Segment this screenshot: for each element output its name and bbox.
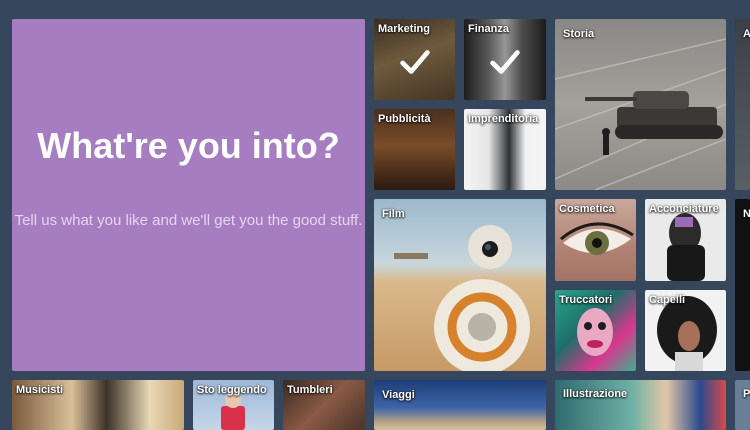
tile-label: Storia — [563, 28, 595, 40]
tile-label: Marketing — [378, 23, 430, 35]
tile-imprenditoria[interactable]: Imprenditoria — [464, 109, 546, 190]
tile-finanza[interactable]: Finanza — [464, 19, 546, 100]
tile-cosmetica[interactable]: Cosmetica — [555, 199, 636, 281]
tile-tumbleri[interactable]: Tumbleri — [283, 380, 365, 430]
tile-label: Acconciature — [649, 203, 719, 215]
tile-label: Imprenditoria — [468, 113, 539, 125]
tile-marketing[interactable]: Marketing — [374, 19, 455, 100]
intro-panel: What're you into? Tell us what you like … — [12, 19, 365, 371]
page-title: What're you into? — [37, 125, 340, 166]
tile-label: Capelli — [649, 294, 686, 306]
tile-label: Pubblicità — [378, 113, 431, 125]
tile-capelli[interactable]: Capelli — [645, 290, 726, 371]
tile-label: Sto leggendo — [197, 384, 267, 396]
tile-label: Truccatori — [559, 294, 613, 306]
tile-pubblicita[interactable]: Pubblicità — [374, 109, 455, 190]
tile-label: P — [743, 388, 750, 400]
tile-label: Viaggi — [382, 389, 415, 401]
tile-musicisti[interactable]: Musicisti — [12, 380, 184, 430]
tile-storia[interactable]: Storia — [555, 19, 726, 190]
checkmark-icon — [399, 49, 430, 74]
tile-label: Finanza — [468, 23, 509, 35]
tile-label: Musicisti — [16, 384, 64, 396]
tile-label: Illustrazione — [563, 388, 628, 400]
tile-partial-a[interactable]: A — [735, 19, 750, 190]
droid-photo — [394, 225, 530, 371]
tile-illustrazione[interactable]: Illustrazione — [555, 380, 726, 430]
page-subtitle: Tell us what you like and we'll get you … — [14, 212, 363, 229]
tile-partial-n[interactable]: N — [735, 199, 750, 371]
tank-photo — [555, 38, 726, 190]
tile-viaggi[interactable]: Viaggi — [374, 380, 546, 430]
tile-sto-leggendo[interactable]: Sto leggendo — [193, 380, 274, 430]
tile-label: N — [743, 208, 750, 220]
tile-label: A — [743, 28, 750, 40]
tile-label: Cosmetica — [559, 203, 615, 215]
tile-acconciature[interactable]: Acconciature — [645, 199, 726, 281]
checkmark-icon — [490, 49, 520, 74]
tile-partial-p[interactable]: P — [735, 380, 750, 430]
tile-truccatori[interactable]: Truccatori — [555, 290, 636, 371]
tile-label: Film — [382, 208, 405, 220]
tile-label: Tumbleri — [287, 384, 333, 396]
tile-film[interactable]: Film — [374, 199, 546, 371]
